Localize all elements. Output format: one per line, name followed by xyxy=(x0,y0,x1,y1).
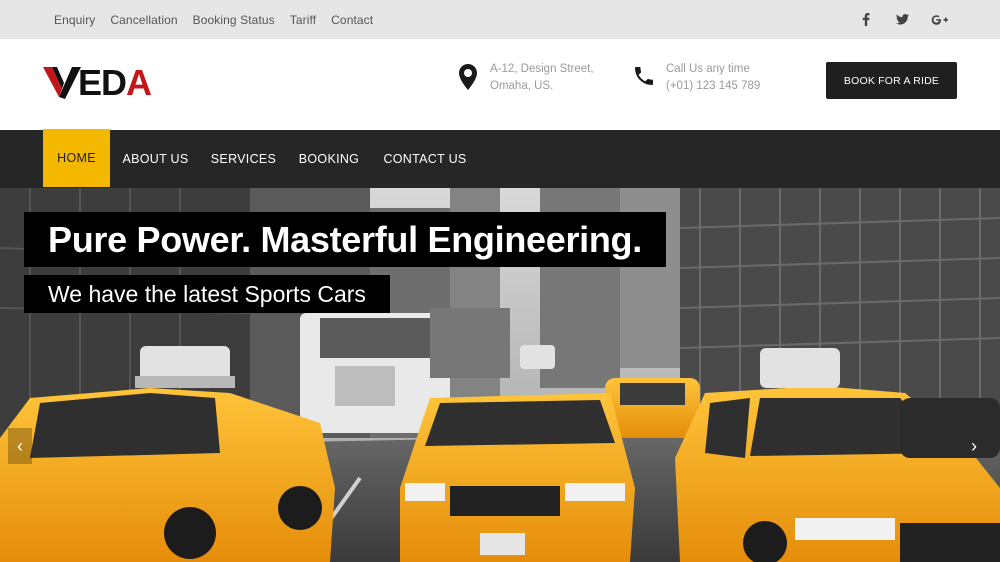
address-line-2: Omaha, US. xyxy=(490,80,554,92)
map-marker-icon xyxy=(448,61,488,90)
top-links: Enquiry Cancellation Booking Status Tari… xyxy=(54,0,388,39)
top-link-tariff[interactable]: Tariff xyxy=(290,13,316,27)
logo[interactable]: EDA xyxy=(43,62,152,103)
facebook-icon[interactable] xyxy=(847,13,884,26)
slider-prev-arrow[interactable]: ‹ xyxy=(8,428,32,464)
phone-block: Call Us any time (+01) 123 145 789 xyxy=(624,61,760,95)
site-header: EDA A-12, Design Street, Omaha, US. Call… xyxy=(0,39,1000,130)
top-link-enquiry[interactable]: Enquiry xyxy=(54,13,95,27)
address-block: A-12, Design Street, Omaha, US. xyxy=(448,61,594,95)
top-link-contact[interactable]: Contact xyxy=(331,13,373,27)
hero-slider: Pure Power. Masterful Engineering. We ha… xyxy=(0,188,1000,562)
logo-text: EDA xyxy=(78,62,152,103)
google-plus-icon[interactable] xyxy=(921,14,958,26)
book-ride-button[interactable]: BOOK FOR A RIDE xyxy=(826,62,957,99)
nav-item-home[interactable]: HOME xyxy=(43,129,110,187)
phone-icon xyxy=(624,61,664,88)
nav-item-booking[interactable]: BOOKING xyxy=(286,130,372,188)
nav-item-services[interactable]: SERVICES xyxy=(201,130,286,188)
nav-item-contact-us[interactable]: CONTACT US xyxy=(372,130,478,188)
twitter-icon[interactable] xyxy=(884,14,921,25)
hero-subheadline: We have the latest Sports Cars xyxy=(24,275,390,313)
top-link-booking-status[interactable]: Booking Status xyxy=(193,13,275,27)
address-line-1: A-12, Design Street, xyxy=(490,63,594,75)
phone-number: (+01) 123 145 789 xyxy=(666,80,761,92)
nav-item-about-us[interactable]: ABOUT US xyxy=(110,130,201,188)
social-links xyxy=(847,0,958,39)
top-link-cancellation[interactable]: Cancellation xyxy=(110,13,177,27)
call-label: Call Us any time xyxy=(666,63,750,75)
hero-headline: Pure Power. Masterful Engineering. xyxy=(24,212,666,267)
slider-next-arrow[interactable]: › xyxy=(962,428,986,464)
main-nav: HOME ABOUT US SERVICES BOOKING CONTACT U… xyxy=(0,129,1000,188)
logo-v-mark xyxy=(43,67,81,99)
top-bar: Enquiry Cancellation Booking Status Tari… xyxy=(0,0,1000,39)
